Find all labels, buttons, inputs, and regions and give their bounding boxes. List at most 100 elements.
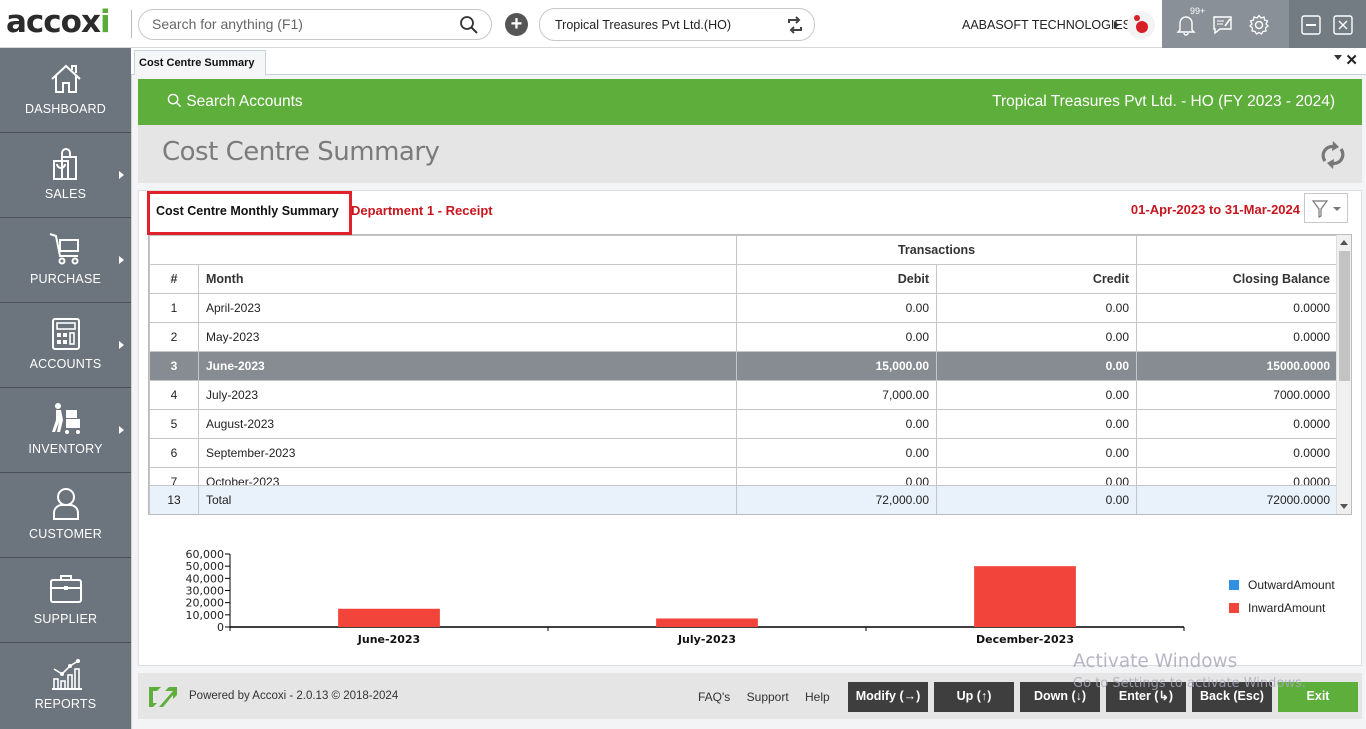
user-menu[interactable]: AABASOFT TECHNOLOGIES [962,18,1131,32]
row-debit: 0.00 [736,438,937,468]
minimize-icon[interactable] [1301,15,1321,35]
summary-table: Transactions # Month Debit Credit Closin… [148,234,1352,515]
y-tick-label: 50,000 [186,560,225,573]
support-link[interactable]: Support [747,690,789,704]
tab-list-dropdown-icon[interactable] [1334,55,1342,60]
table-row[interactable]: 3 June-2023 15,000.00 0.00 15000.0000 [149,351,1338,381]
sidebar-item-purchase[interactable]: PURCHASE [0,218,131,303]
row-debit: 15,000.00 [736,351,937,381]
col-header-debit[interactable]: Debit [736,264,937,294]
scroll-thumb[interactable] [1339,251,1350,381]
row-credit: 0.00 [936,380,1137,410]
sidebar-label: INVENTORY [28,442,103,456]
row-credit: 0.00 [936,351,1137,381]
global-search[interactable] [138,9,492,40]
row-credit: 0.00 [936,322,1137,352]
close-tab-icon[interactable]: ✕ [1345,51,1358,69]
sidebar-label: SALES [44,187,87,201]
modify-button[interactable]: Modify (→) [848,682,928,712]
accoxi-logo: accoxi [6,4,111,40]
sidebar-item-supplier[interactable]: SUPPLIER [0,558,131,643]
submenu-arrow-icon [119,171,124,179]
row-month: June-2023 [198,351,737,381]
sidebar-item-reports[interactable]: REPORTS [0,643,131,728]
row-credit: 0.00 [936,409,1137,439]
table-row[interactable]: 4 July-2023 7,000.00 0.00 7000.0000 [149,380,1338,410]
legend-swatch [1229,602,1239,613]
global-search-input[interactable] [152,16,452,32]
chart-icon [52,659,82,690]
table-row[interactable]: 5 August-2023 0.00 0.00 0.0000 [149,409,1338,439]
row-month: May-2023 [198,322,737,352]
feedback-icon[interactable] [1212,14,1234,36]
footer-links: FAQ's Support Help [698,690,843,704]
legend-label: InwardAmount [1248,600,1326,615]
transactions-group-header: Transactions [736,235,1137,265]
report-panel: Cost Centre Monthly Summary Department 1… [138,190,1362,666]
total-row: 13 Total 72,000.00 0.00 72000.0000 [149,485,1338,514]
home-icon [51,64,81,93]
sidebar-item-customer[interactable]: CUSTOMER [0,473,131,558]
add-icon[interactable]: + [505,13,528,36]
search-icon [167,93,182,108]
col-header-month[interactable]: Month [198,264,737,294]
row-credit: 0.00 [936,293,1137,323]
close-icon[interactable] [1333,15,1353,35]
company-selector[interactable]: Tropical Treasures Pvt Ltd.(HO) [539,8,815,41]
y-tick-label: 0 [217,621,224,634]
sidebar-item-dashboard[interactable]: DASHBOARD [0,48,131,133]
row-number: 3 [149,351,199,381]
table-header: # Month Debit Credit Closing Balance [149,264,1338,294]
col-header-number[interactable]: # [149,264,199,294]
table-group-header: Transactions [149,235,1338,265]
bell-icon[interactable] [1176,14,1196,36]
cart-icon [49,233,79,265]
col-header-credit[interactable]: Credit [936,264,1137,294]
search-icon[interactable] [459,15,479,35]
help-link[interactable]: Help [805,690,830,704]
sidebar-label: DASHBOARD [25,102,106,116]
row-number: 2 [149,322,199,352]
company-name: Tropical Treasures Pvt Ltd.(HO) [555,18,731,32]
sidebar-label: SUPPLIER [33,612,98,626]
sidebar: DASHBOARD SALES PURCHASE ACCOUNTS INVENT… [0,48,131,729]
total-row-table: 13 Total 72,000.00 0.00 72000.0000 [149,485,1338,514]
search-accounts-button[interactable]: Search Accounts [167,93,303,111]
row-debit: 0.00 [736,409,937,439]
caret-right-icon [1114,21,1119,29]
scroll-down-icon[interactable] [1340,504,1348,509]
empty-header [1136,235,1338,265]
table-row[interactable]: 1 April-2023 0.00 0.00 0.0000 [149,293,1338,323]
dolly-icon [52,403,80,434]
submenu-arrow-icon [119,426,124,434]
switch-company-icon[interactable] [785,15,805,35]
powered-by: Powered by Accoxi - 2.0.13 © 2018-2024 [189,690,399,702]
refresh-icon[interactable] [1319,139,1347,171]
person-icon [53,488,79,520]
total-debit: 72,000.00 [736,485,937,514]
shopping-bag-icon [53,148,77,180]
report-subheader: Cost Centre Monthly Summary Department 1… [139,191,1361,235]
up-button[interactable]: Up (↑) [934,682,1014,712]
col-header-closing-balance[interactable]: Closing Balance [1136,264,1338,294]
bar-inwardamount [974,566,1076,627]
sidebar-item-sales[interactable]: SALES [0,133,131,218]
sidebar-label: CUSTOMER [29,527,102,541]
sidebar-item-inventory[interactable]: INVENTORY [0,388,131,473]
y-tick-label: 40,000 [186,572,225,585]
table-row[interactable]: 6 September-2023 0.00 0.00 0.0000 [149,438,1338,468]
faq-link[interactable]: FAQ's [698,690,730,704]
chart-legend: OutwardAmount InwardAmount [1229,573,1335,619]
gear-icon[interactable] [1248,14,1270,36]
y-tick-label: 20,000 [186,597,225,610]
tab-cost-centre-summary[interactable]: Cost Centre Summary [134,50,266,76]
sidebar-item-accounts[interactable]: ACCOUNTS [0,303,131,388]
row-number: 5 [149,409,199,439]
filter-button[interactable] [1304,193,1348,223]
date-range: 01-Apr-2023 to 31-Mar-2024 [1130,202,1300,217]
scroll-up-icon[interactable] [1340,240,1348,245]
table-row[interactable]: 2 May-2023 0.00 0.00 0.0000 [149,322,1338,352]
table-scrollbar[interactable] [1336,235,1351,514]
avatar[interactable] [1127,11,1155,39]
row-number: 4 [149,380,199,410]
